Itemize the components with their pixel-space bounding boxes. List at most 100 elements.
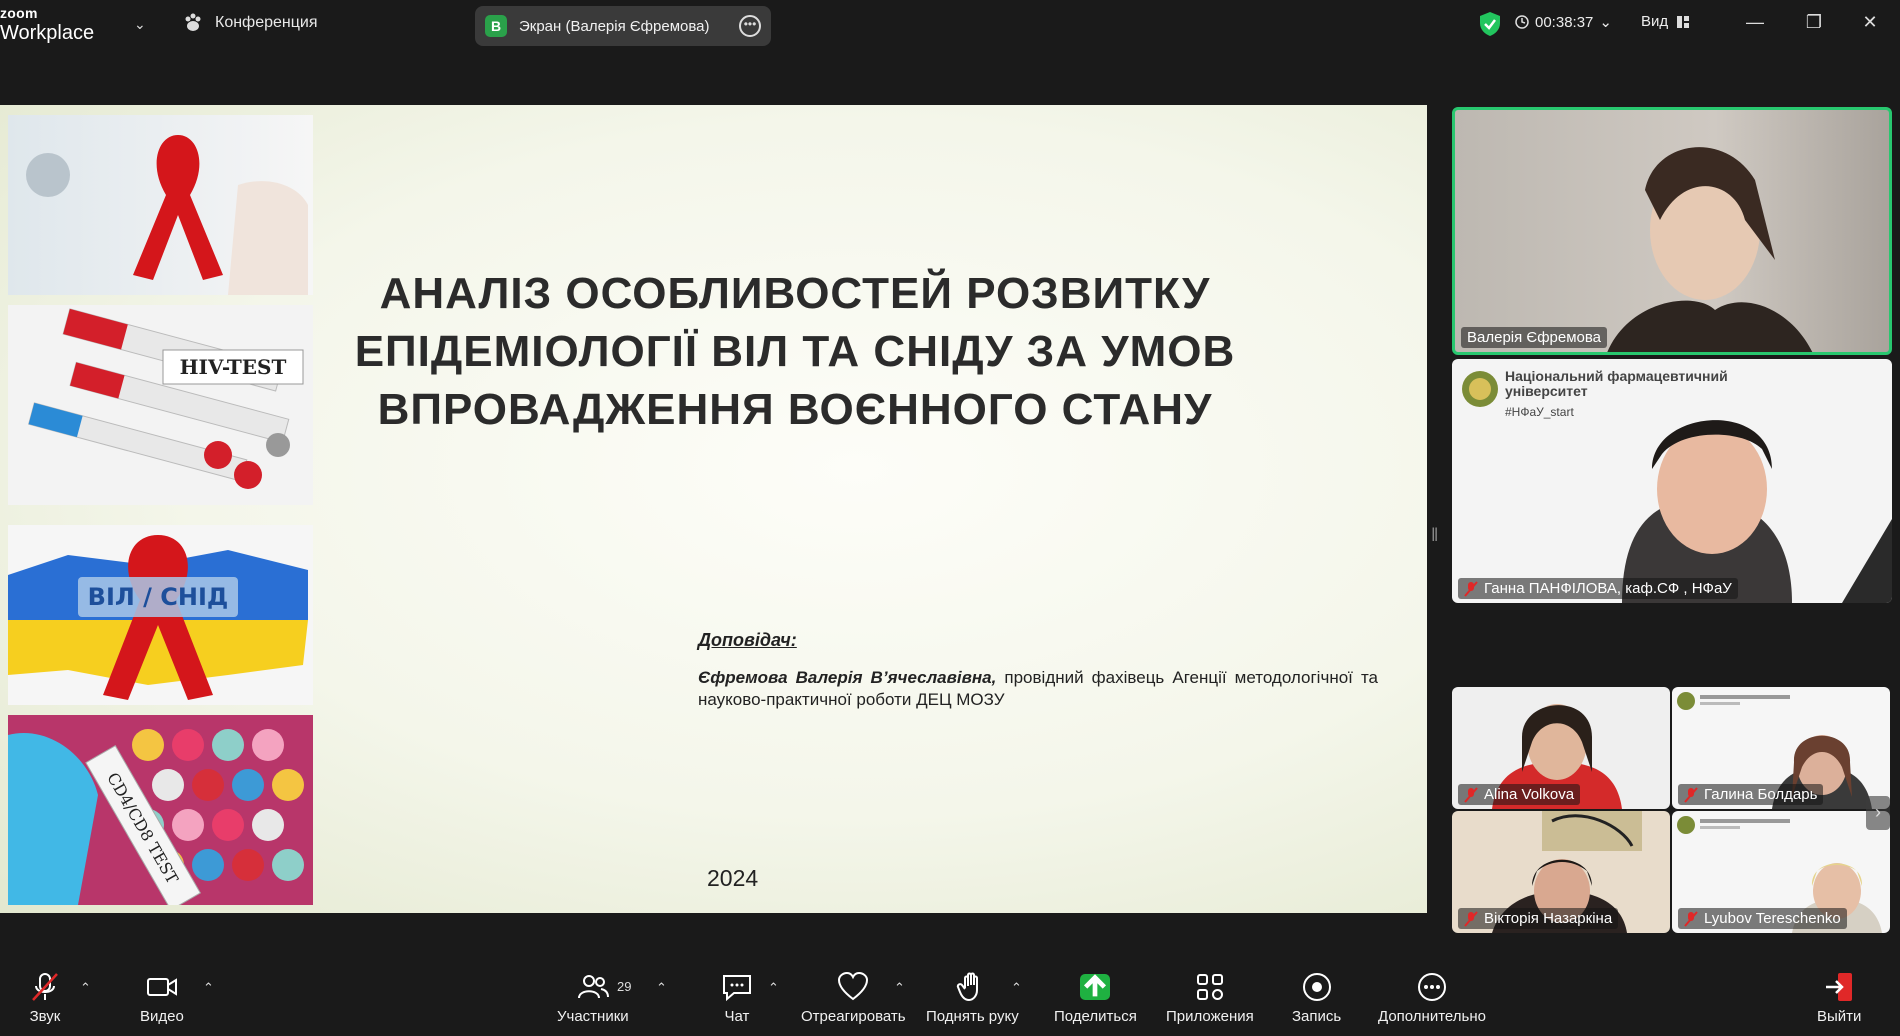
heart-icon (838, 971, 869, 1001)
record-button[interactable]: Запись (1292, 970, 1341, 1025)
raise-hand-button[interactable]: Поднять руку (926, 970, 1019, 1025)
mic-off-icon (1464, 580, 1478, 597)
zoom-workplace-logo[interactable]: zoom Workplace (0, 6, 100, 43)
participant-video (1607, 147, 1813, 352)
chat-button[interactable]: Чат (720, 970, 754, 1025)
mic-off-icon (1684, 910, 1698, 927)
audio-label: Звук (29, 1008, 61, 1025)
audio-button[interactable]: Звук (28, 970, 62, 1025)
react-button[interactable]: Отреагировать (801, 970, 906, 1025)
leave-icon (1826, 973, 1853, 1001)
mic-off-icon (1684, 786, 1698, 803)
video-options-caret[interactable]: ⌃ (203, 980, 214, 996)
apps-button[interactable]: Приложения (1166, 970, 1254, 1025)
participant-name-tag: Lyubov Tereschenko (1678, 908, 1847, 929)
leave-label: Выйти (1817, 1008, 1862, 1025)
vil-snid-map-image: ВІЛ / СНІД (8, 525, 313, 705)
minimize-icon[interactable]: — (1743, 12, 1767, 33)
react-options-caret[interactable]: ⌃ (894, 980, 905, 996)
react-label: Отреагировать (801, 1008, 906, 1025)
video-tile-lyubov[interactable]: Lyubov Tereschenko (1672, 811, 1890, 933)
grid-layout-icon (1677, 15, 1690, 28)
chat-label: Чат (724, 1008, 750, 1025)
university-logo-text: Національний фармацевтичний університет … (1505, 369, 1728, 420)
meeting-timer[interactable]: 00:38:37 ⌄ (1515, 13, 1612, 31)
next-page-arrow[interactable]: › (1866, 796, 1890, 830)
title-bar: zoom Workplace ⌄ Конференция В Экран (Ва… (0, 0, 1900, 50)
participant-name: Галина Болдарь (1704, 786, 1818, 803)
meeting-toolbar: Звук ⌃ Видео ⌃ Участники 29 ⌃ Чат ⌃ Отре… (0, 962, 1900, 1036)
video-tile-alina[interactable]: Alina Volkova (1452, 687, 1670, 809)
mic-off-icon (1464, 786, 1478, 803)
conference-menu[interactable]: Конференция (183, 13, 318, 33)
video-tile-hanna[interactable]: Національний фармацевтичний університет … (1452, 359, 1892, 603)
leave-button[interactable]: Выйти (1817, 970, 1861, 1025)
chat-options-caret[interactable]: ⌃ (768, 980, 779, 996)
raise-hand-label: Поднять руку (926, 1008, 1019, 1025)
participant-name-tag: Ганна ПАНФІЛОВА, каф.СФ , НФаУ (1458, 578, 1738, 599)
share-label: Поделиться (1054, 1008, 1137, 1025)
share-button[interactable]: Поделиться (1054, 970, 1137, 1025)
participant-name: Валерія Єфремова (1467, 329, 1602, 346)
reporter-info: Єфремова Валерія В’ячеславівна, провідни… (698, 667, 1378, 711)
apps-icon (1196, 974, 1223, 1000)
more-label: Дополнительно (1378, 1008, 1486, 1025)
participants-count: 29 (617, 979, 632, 994)
video-camera-icon (146, 978, 177, 996)
screen-share-label: Экран (Валерія Єфремова) (519, 17, 710, 35)
close-icon[interactable]: ✕ (1858, 12, 1882, 33)
participants-options-caret[interactable]: ⌃ (656, 980, 667, 996)
vil-snid-label: ВІЛ / СНІД (88, 583, 229, 611)
more-button[interactable]: Дополнительно (1378, 970, 1486, 1025)
shield-check-icon[interactable] (1478, 11, 1502, 37)
mic-off-icon (1464, 910, 1478, 927)
participant-name-tag: Вікторія Назаркіна (1458, 908, 1619, 929)
participants-icon (577, 975, 609, 999)
logo-workplace-text: Workplace (0, 22, 95, 44)
presenter-badge: В (485, 15, 507, 37)
hiv-test-label: HIV-TEST (180, 355, 287, 379)
restore-icon[interactable]: ❐ (1802, 12, 1826, 33)
participant-name-tag: Alina Volkova (1458, 784, 1581, 805)
video-button[interactable]: Видео (140, 970, 184, 1025)
screen-share-pill[interactable]: В Экран (Валерія Єфремова) ••• (475, 6, 771, 46)
slide-year: 2024 (707, 865, 759, 891)
record-icon (1302, 973, 1331, 1001)
chevron-down-icon: ⌄ (1599, 14, 1612, 31)
clock-icon (1515, 15, 1529, 29)
video-tile-galina[interactable]: Галина Болдарь (1672, 687, 1890, 809)
panel-resize-handle[interactable]: ‖ (1431, 525, 1438, 559)
participants-label: Участники (557, 1008, 629, 1025)
more-icon (1417, 973, 1446, 1001)
reporter-name: Єфремова Валерія В’ячеславівна, (698, 668, 997, 687)
view-menu[interactable]: Вид (1641, 13, 1690, 30)
hiv-test-tubes-image: HIV-TEST (8, 305, 313, 505)
participant-name: Alina Volkova (1484, 786, 1575, 803)
conference-label: Конференция (215, 14, 318, 31)
logo-zoom-text: zoom (0, 5, 38, 21)
audio-options-caret[interactable]: ⌃ (80, 980, 91, 996)
participant-name: Lyubov Tereschenko (1704, 910, 1841, 927)
logo-line1: Національний фармацевтичний (1505, 368, 1728, 384)
timer-text: 00:38:37 (1535, 13, 1594, 31)
participant-name: Ганна ПАНФІЛОВА, каф.СФ , НФаУ (1484, 580, 1732, 597)
chat-icon (723, 975, 751, 1002)
apps-label: Приложения (1166, 1008, 1254, 1025)
video-label: Видео (140, 1008, 184, 1025)
mic-muted-icon (32, 973, 58, 1001)
participant-name: Вікторія Назаркіна (1484, 910, 1613, 927)
cd4-cd8-test-image: CD4/CD8 TEST (8, 715, 313, 905)
video-tile-active-speaker[interactable]: Валерія Єфремова (1452, 107, 1892, 355)
participant-name-tag: Галина Болдарь (1678, 784, 1824, 805)
share-screen-icon (1080, 974, 1111, 1000)
reporter-label: Доповідач: (698, 630, 797, 650)
hand-icon (957, 972, 979, 1002)
video-tile-viktoria[interactable]: Вікторія Назаркіна (1452, 811, 1670, 933)
chevron-down-icon[interactable]: ⌄ (134, 16, 146, 33)
paw-icon (185, 13, 201, 31)
view-label: Вид (1641, 13, 1669, 30)
raise-hand-options-caret[interactable]: ⌃ (1011, 980, 1022, 996)
red-ribbon-image (8, 115, 313, 295)
logo-tag: #НФаУ_start (1505, 405, 1574, 419)
more-options-icon[interactable]: ••• (739, 15, 761, 37)
